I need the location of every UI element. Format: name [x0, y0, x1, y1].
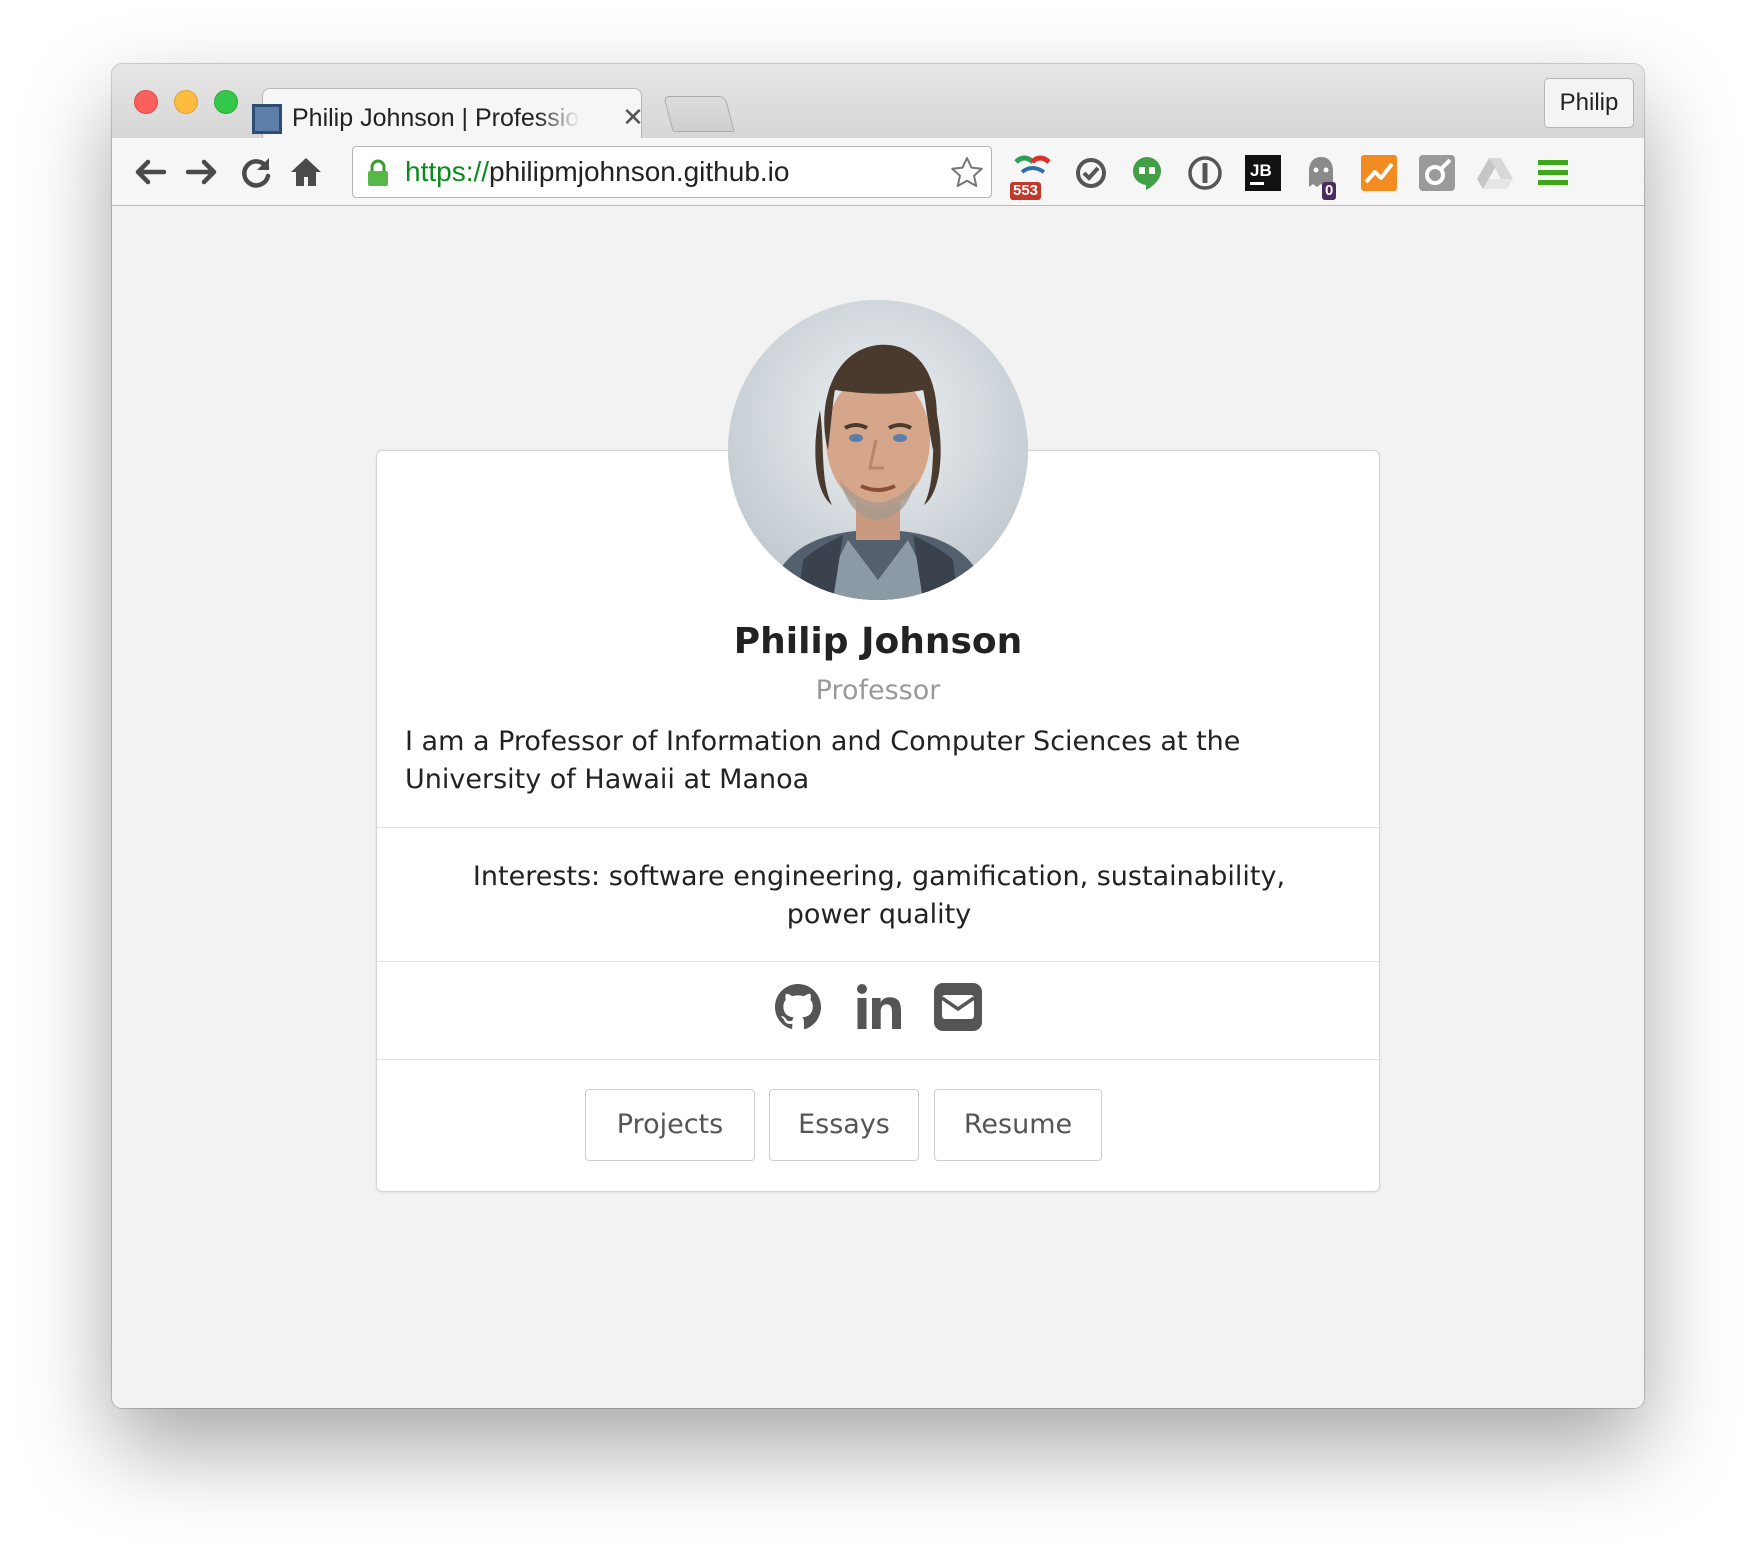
card-divider: [377, 827, 1379, 828]
tab-title: Philip Johnson | Professional Portfolio: [292, 104, 580, 132]
jetbrains-extension-label: JB: [1250, 161, 1272, 180]
analytics-extension-icon[interactable]: [1358, 152, 1400, 194]
profile-name: Philip Johnson: [733, 621, 1023, 662]
forward-arrow-icon[interactable]: [182, 152, 222, 192]
reload-icon[interactable]: [236, 152, 276, 192]
profile-title: Professor: [815, 675, 941, 706]
home-icon[interactable]: [286, 152, 326, 192]
resume-button[interactable]: Resume: [934, 1089, 1102, 1161]
postman-extension-icon[interactable]: [1416, 152, 1458, 194]
url-text[interactable]: https://philipmjohnson.github.io: [405, 147, 789, 197]
tab-favicon-icon: [252, 104, 282, 134]
profile-avatar: [728, 300, 1028, 600]
bookmark-star-icon[interactable]: [949, 155, 985, 191]
email-icon[interactable]: [932, 981, 984, 1033]
profile-button[interactable]: Philip: [1544, 78, 1634, 128]
projects-button[interactable]: Projects: [585, 1089, 755, 1161]
tab-strip: Philip Johnson | Professional Portfolio …: [112, 64, 1644, 140]
new-tab-button[interactable]: [663, 96, 735, 132]
card-divider: [377, 961, 1379, 962]
address-bar[interactable]: https://philipmjohnson.github.io: [352, 146, 992, 198]
essays-button[interactable]: Essays: [769, 1089, 919, 1161]
linkedin-icon[interactable]: [853, 981, 905, 1033]
card-divider: [377, 1059, 1379, 1060]
hangouts-extension-icon[interactable]: [1126, 152, 1168, 194]
drive-extension-icon[interactable]: [1474, 152, 1516, 194]
browser-window: Philip Johnson | Professional Portfolio …: [112, 64, 1644, 1408]
window-minimize-button[interactable]: [174, 90, 198, 114]
window-zoom-button[interactable]: [214, 90, 238, 114]
chrome-menu-icon[interactable]: [1532, 152, 1574, 194]
url-host: philipmjohnson.github.io: [489, 156, 790, 187]
ghostery-extension-badge: 0: [1322, 182, 1337, 200]
back-arrow-icon[interactable]: [130, 152, 170, 192]
lock-icon: [368, 159, 388, 186]
profile-bio: I am a Professor of Information and Comp…: [405, 726, 1241, 795]
url-scheme: https://: [405, 156, 490, 187]
page-viewport: Philip Johnson Professor I am a Professo…: [112, 206, 1644, 1408]
github-icon[interactable]: [772, 981, 824, 1033]
tab-close-icon[interactable]: ✕: [620, 98, 646, 138]
browser-toolbar: https://philipmjohnson.github.io 553 JB …: [112, 138, 1644, 206]
1password-extension-icon[interactable]: [1184, 152, 1226, 194]
jetbrains-extension-icon[interactable]: JB: [1242, 152, 1284, 194]
profile-interests: Interests: software engineering, gamific…: [472, 861, 1286, 930]
sync-extension-icon[interactable]: [1070, 152, 1112, 194]
window-close-button[interactable]: [134, 90, 158, 114]
feed-extension-badge: 553: [1010, 182, 1042, 200]
